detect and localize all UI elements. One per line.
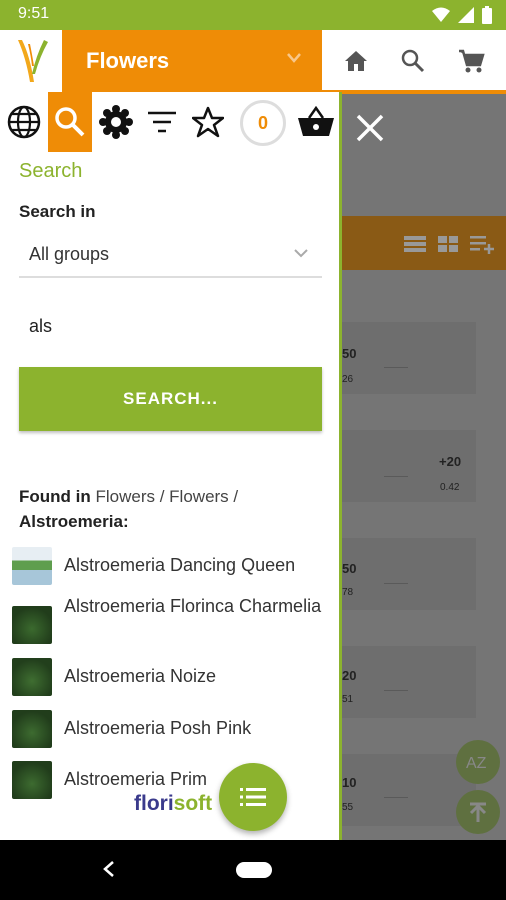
close-icon[interactable] — [352, 110, 388, 146]
search-title: Search — [19, 160, 83, 182]
product-thumbnail — [12, 658, 52, 696]
background-row-sub: 26 — [342, 374, 354, 385]
found-in-path: Flowers / Flowers / — [95, 487, 239, 506]
divider — [384, 476, 408, 477]
search-icon — [55, 107, 85, 137]
divider — [384, 797, 408, 798]
sort-az-button[interactable]: AZ — [456, 740, 500, 784]
app-header: Flowers — [0, 30, 506, 92]
product-thumbnail — [12, 710, 52, 748]
search-input[interactable]: als — [19, 310, 322, 346]
found-in-heading: Found in Flowers / Flowers / Alstroemeri… — [19, 487, 239, 531]
signal-icon — [458, 7, 474, 23]
cart-icon[interactable] — [457, 48, 485, 74]
search-in-label: Search in — [19, 202, 96, 221]
background-row-value: 10 — [342, 775, 357, 790]
product-thumbnail — [12, 606, 52, 644]
background-row — [342, 538, 476, 610]
list-menu-button[interactable] — [219, 763, 287, 831]
system-nav-bar — [0, 840, 506, 900]
result-name: Alstroemeria Florinca Charmelia — [64, 596, 322, 616]
background-row-sub: 55 — [342, 802, 354, 813]
background-row-value: 50 — [342, 561, 357, 576]
found-in-label: Found in — [19, 487, 91, 506]
background-row — [342, 646, 476, 718]
app-logo-icon — [18, 40, 48, 82]
home-pill[interactable] — [236, 862, 272, 878]
product-thumbnail — [12, 547, 52, 585]
status-time: 9:51 — [18, 5, 50, 22]
search-button[interactable]: SEARCH... — [19, 367, 322, 431]
florisoft-logo: florisoft — [134, 792, 212, 816]
result-name: Alstroemeria Posh Pink — [64, 718, 252, 738]
playlist-add-icon — [470, 236, 494, 254]
group-select-value: All groups — [29, 244, 110, 264]
star-icon — [192, 106, 224, 138]
filter-icon — [148, 111, 176, 133]
app-logo[interactable] — [0, 30, 62, 92]
gear-icon — [99, 105, 133, 139]
background-row — [342, 322, 476, 394]
language-button[interactable] — [2, 98, 46, 146]
home-icon[interactable] — [343, 49, 369, 73]
back-icon[interactable] — [102, 860, 116, 878]
arrow-up-icon — [469, 802, 487, 822]
category-title: Flowers — [86, 48, 170, 73]
battery-icon — [482, 6, 492, 24]
svg-text:AZ: AZ — [466, 755, 487, 772]
basket-icon — [298, 106, 334, 136]
background-row-value: 20 — [342, 668, 357, 683]
category-dropdown[interactable]: Flowers — [62, 30, 322, 92]
basket-count-badge[interactable]: 0 — [240, 100, 286, 146]
background-product-list[interactable]: 50 26 +20 0.42 50 78 20 51 10 55 AZ — [342, 94, 506, 840]
scroll-top-button[interactable] — [456, 790, 500, 834]
logo-accent: soft — [173, 792, 213, 815]
group-select[interactable]: All groups — [19, 232, 322, 278]
chevron-down-icon — [294, 249, 308, 258]
favorites-button[interactable] — [186, 98, 230, 146]
background-row-value: 50 — [342, 346, 357, 361]
product-thumbnail — [12, 761, 52, 799]
result-name: Alstroemeria Dancing Queen — [64, 555, 296, 575]
sort-az-icon: AZ — [466, 755, 487, 772]
globe-icon — [7, 105, 41, 139]
status-bar: 9:51 — [0, 0, 506, 30]
background-row-sub: 0.42 — [440, 482, 460, 493]
logo-main: flori — [134, 792, 174, 815]
search-drawer: 0 Search Search in All groups als SEARCH… — [0, 92, 342, 840]
divider — [384, 690, 408, 691]
header-actions — [322, 30, 506, 92]
chevron-down-icon — [287, 53, 301, 63]
search-icon[interactable] — [400, 48, 426, 74]
search-tab[interactable] — [48, 92, 92, 152]
background-row-sub: 78 — [342, 587, 354, 598]
filter-button[interactable] — [140, 98, 184, 146]
background-row-sub: 51 — [342, 694, 354, 705]
background-row-value: +20 — [439, 454, 462, 469]
status-icons — [432, 6, 492, 24]
wifi-icon — [432, 7, 450, 22]
settings-button[interactable] — [94, 98, 138, 146]
background-list-toolbar — [342, 216, 506, 270]
result-name: Alstroemeria Noize — [64, 666, 217, 686]
divider — [384, 367, 408, 368]
found-in-group: Alstroemeria — [19, 512, 123, 531]
list-icon — [240, 788, 266, 806]
divider — [384, 583, 408, 584]
drawer-toolbar: 0 — [0, 92, 339, 152]
list-view-icon — [404, 236, 426, 252]
grid-view-icon — [438, 236, 458, 252]
basket-button[interactable] — [294, 98, 338, 146]
result-name: Alstroemeria Prim — [64, 769, 208, 789]
